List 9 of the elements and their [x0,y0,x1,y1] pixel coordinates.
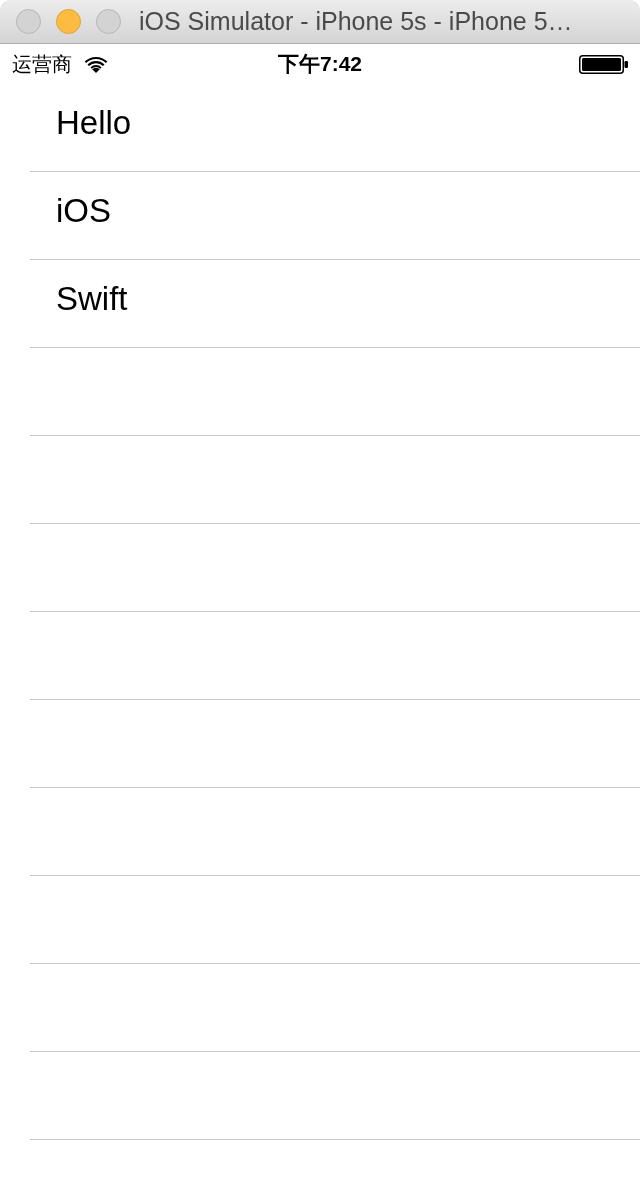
window-title: iOS Simulator - iPhone 5s - iPhone 5… [139,7,573,36]
table-row[interactable]: Swift [30,260,640,348]
wifi-icon [84,55,108,73]
battery-icon [579,54,628,74]
status-time: 下午7:42 [278,51,362,77]
table-row[interactable]: iOS [30,172,640,260]
carrier-name: 运营商 [12,50,72,78]
table-row[interactable]: Hello [30,84,640,172]
minimize-button[interactable] [56,9,81,34]
